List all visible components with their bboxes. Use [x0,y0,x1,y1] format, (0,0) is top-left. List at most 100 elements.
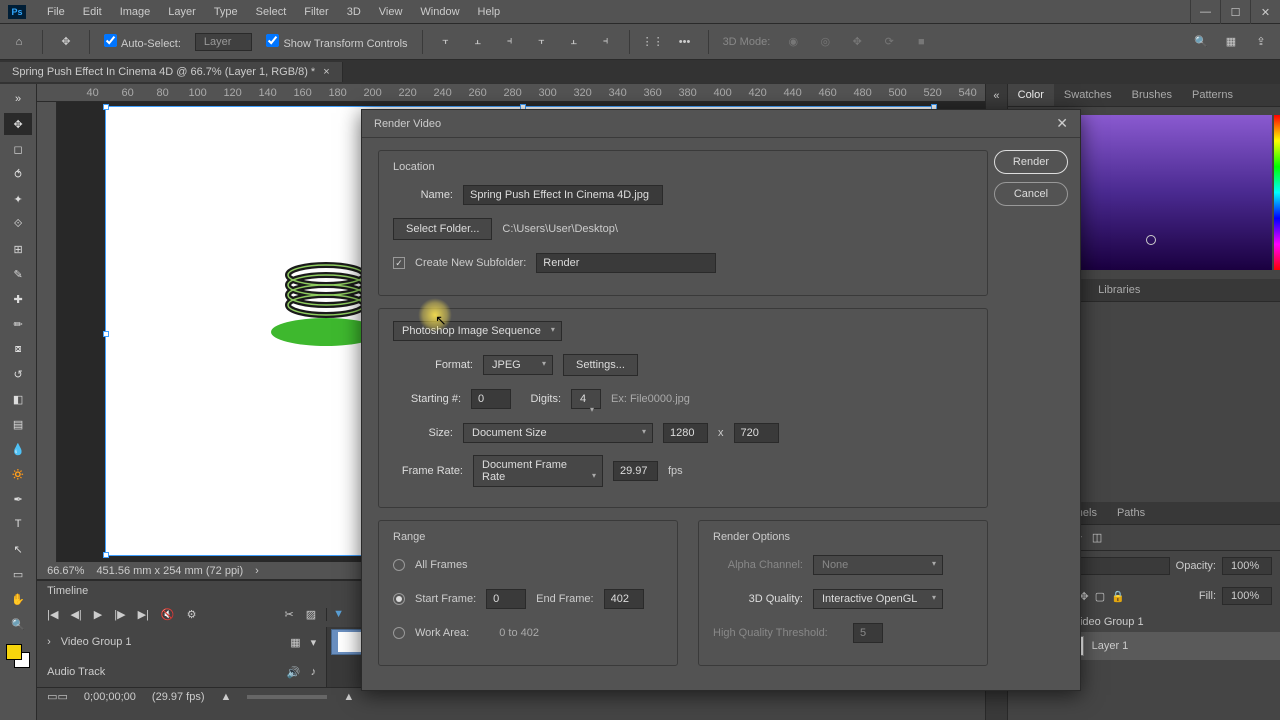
eyedropper-tool[interactable]: ✎ [4,263,32,285]
align-middle-icon[interactable]: ⫠ [565,33,583,51]
document-tab[interactable]: Spring Push Effect In Cinema 4D @ 66.7% … [0,62,343,82]
minimize-button[interactable]: — [1190,0,1220,24]
stamp-tool[interactable]: ⧇ [4,338,32,360]
auto-select-checkbox[interactable]: Auto-Select: [104,34,181,50]
history-brush-tool[interactable]: ↺ [4,363,32,385]
opacity-input[interactable]: 100% [1222,557,1272,575]
start-frame-input[interactable] [486,589,526,609]
menu-file[interactable]: File [38,6,74,18]
settings-gear-icon[interactable]: ⚙ [187,608,197,621]
menu-window[interactable]: Window [411,6,468,18]
expand-icon[interactable]: › [47,636,51,648]
distribute-icon[interactable]: ⋮⋮ [644,33,662,51]
eraser-tool[interactable]: ◧ [4,388,32,410]
search-icon[interactable]: 🔍 [1192,33,1210,51]
digits-dropdown[interactable]: 4 [571,389,601,409]
menu-select[interactable]: Select [247,6,296,18]
sequence-type-dropdown[interactable]: Photoshop Image Sequence [393,321,562,341]
maximize-button[interactable]: ☐ [1220,0,1250,24]
tab-patterns[interactable]: Patterns [1182,84,1243,106]
track-film-icon[interactable]: ▦ [290,636,300,649]
lock-artboard-icon[interactable]: ▢ [1095,590,1105,603]
zoom-tool[interactable]: 🔍 [4,613,32,635]
workspace-icon[interactable]: ▦ [1222,33,1240,51]
framerate-dropdown[interactable]: Document Frame Rate [473,455,603,487]
menu-filter[interactable]: Filter [295,6,337,18]
tab-color[interactable]: Color [1008,84,1054,106]
start-frame-radio[interactable] [393,593,405,605]
dodge-tool[interactable]: 🔅 [4,463,32,485]
marquee-tool[interactable]: ◻ [4,138,32,160]
split-icon[interactable]: ✂ [285,608,294,621]
goto-last-icon[interactable]: ▶| [138,608,149,621]
height-input[interactable] [734,423,779,443]
blur-tool[interactable]: 💧 [4,438,32,460]
collapse-icon[interactable]: » [4,88,32,110]
auto-select-dropdown[interactable]: Layer [195,33,253,51]
menu-image[interactable]: Image [111,6,160,18]
next-frame-icon[interactable]: |▶ [114,608,125,621]
menu-help[interactable]: Help [469,6,510,18]
align-center-h-icon[interactable]: ⫠ [469,33,487,51]
dialog-close-button[interactable]: ✕ [1056,115,1068,132]
heal-tool[interactable]: ✚ [4,288,32,310]
music-icon[interactable]: ♪ [311,666,317,678]
gradient-tool[interactable]: ▤ [4,413,32,435]
name-input[interactable] [463,185,663,205]
pen-tool[interactable]: ✒ [4,488,32,510]
menu-view[interactable]: View [370,6,412,18]
shape-tool[interactable]: ▭ [4,563,32,585]
fps-input[interactable] [613,461,658,481]
fill-input[interactable]: 100% [1222,587,1272,605]
brush-tool[interactable]: ✏ [4,313,32,335]
close-button[interactable]: ✕ [1250,0,1280,24]
width-input[interactable] [663,423,708,443]
work-area-radio[interactable] [393,627,405,639]
align-bottom-icon[interactable]: ⫞ [597,33,615,51]
create-subfolder-checkbox[interactable] [393,257,405,269]
move-tool-icon[interactable]: ✥ [57,33,75,51]
hue-strip[interactable] [1274,115,1280,270]
lock-all-icon[interactable]: 🔒 [1111,590,1125,603]
home-icon[interactable]: ⌂ [10,33,28,51]
timecode[interactable]: 0;00;00;00 [84,691,136,703]
tab-paths[interactable]: Paths [1107,502,1155,524]
cancel-button[interactable]: Cancel [994,182,1068,206]
hand-tool[interactable]: ✋ [4,588,32,610]
starting-number-input[interactable] [471,389,511,409]
tab-libraries[interactable]: Libraries [1088,279,1150,301]
filter-smart-icon[interactable]: ◫ [1092,531,1102,544]
menu-layer[interactable]: Layer [159,6,205,18]
zoom-out-icon[interactable]: ▲ [221,691,232,703]
crop-tool[interactable]: ⟐ [4,213,32,235]
close-tab-icon[interactable]: × [323,66,329,78]
path-tool[interactable]: ↖ [4,538,32,560]
render-button[interactable]: Render [994,150,1068,174]
3d-quality-dropdown[interactable]: Interactive OpenGL [813,589,943,609]
move-tool[interactable]: ✥ [4,113,32,135]
type-tool[interactable]: T [4,513,32,535]
prev-frame-icon[interactable]: ◀| [70,608,81,621]
align-top-icon[interactable]: ⫟ [533,33,551,51]
size-dropdown[interactable]: Document Size [463,423,653,443]
show-transform-checkbox[interactable]: Show Transform Controls [266,34,407,50]
zoom-slider-icon[interactable]: ▲ [343,691,354,703]
timeline-tab[interactable]: Timeline [47,585,88,597]
all-frames-radio[interactable] [393,559,405,571]
align-right-icon[interactable]: ⫞ [501,33,519,51]
menu-edit[interactable]: Edit [74,6,111,18]
zoom-level[interactable]: 66.67% [47,565,84,577]
play-icon[interactable]: ▶ [94,608,102,621]
info-chevron-icon[interactable]: › [255,565,259,577]
transition-icon[interactable]: ▨ [306,608,316,621]
expand-panels-icon[interactable]: « [993,90,999,102]
color-swatches[interactable] [6,644,30,668]
wand-tool[interactable]: ✦ [4,188,32,210]
share-icon[interactable]: ⇪ [1252,33,1270,51]
audio-icon[interactable]: 🔊 [287,666,301,679]
track-video-group[interactable]: Video Group 1 [61,636,132,648]
settings-button[interactable]: Settings... [563,354,638,376]
mute-icon[interactable]: 🔇 [161,608,175,621]
track-audio[interactable]: Audio Track [47,666,105,678]
more-icon[interactable]: ••• [676,33,694,51]
